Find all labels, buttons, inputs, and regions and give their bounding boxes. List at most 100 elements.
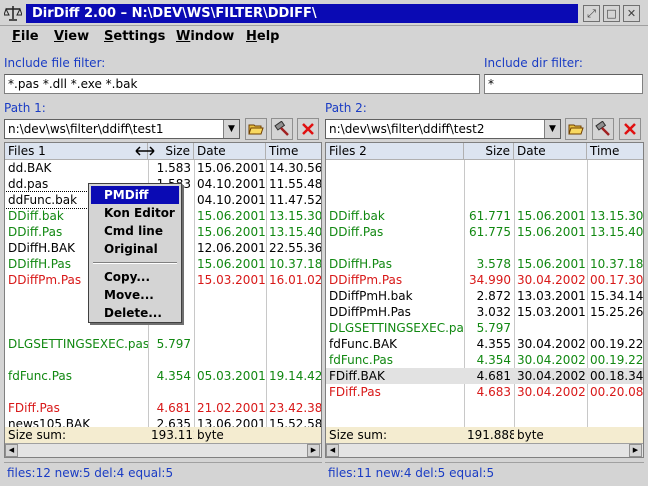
context-menu: PMDiff Kon Editor Cmd line Original Copy... M…: [88, 183, 182, 323]
file-date: 15.06.2001: [517, 209, 586, 223]
table-row[interactable]: [326, 176, 643, 192]
table-row[interactable]: [5, 384, 321, 400]
path2-label: Path 2:: [325, 101, 367, 115]
scroll-right-icon[interactable]: ▶: [307, 444, 320, 457]
path1-close-button[interactable]: [297, 118, 319, 140]
table-row[interactable]: fdFunc.Pas 4.354 30.04.2002 00.19.22: [326, 352, 643, 368]
file-date: 04.10.2001: [197, 177, 266, 191]
maximize-button[interactable]: □: [603, 5, 620, 22]
table-row[interactable]: FDiff.Pas 4.681 21.02.2001 23.42.38: [5, 400, 321, 416]
file-date: [194, 352, 266, 368]
table-row[interactable]: DDiffH.Pas 3.578 15.06.2001 10.37.18: [326, 256, 643, 272]
context-item-pmdiff[interactable]: PMDiff: [91, 186, 179, 204]
path2-open-button[interactable]: [565, 118, 587, 140]
context-item-delete[interactable]: Delete...: [91, 304, 179, 322]
file-size: [148, 384, 194, 400]
file-time: [587, 160, 643, 176]
menu-view[interactable]: View: [54, 29, 89, 44]
dir-filter-input[interactable]: *: [484, 74, 643, 94]
path2-close-button[interactable]: [619, 118, 641, 140]
table-row[interactable]: [5, 352, 321, 368]
scroll-left-icon[interactable]: ◀: [326, 444, 339, 457]
list2-header: Files 2 Size Date Time: [326, 143, 643, 160]
file-time: 10.37.18: [590, 257, 644, 271]
file-name: [326, 176, 464, 192]
menu-settings[interactable]: Settings: [104, 29, 165, 44]
file-name: DDiffPmH.bak: [329, 289, 413, 303]
hscrollbar-2[interactable]: ◀ ▶: [326, 443, 643, 457]
file-date: [514, 160, 587, 176]
file-size: 4.354: [476, 353, 511, 367]
col-files1[interactable]: Files 1: [5, 143, 148, 160]
col-time2[interactable]: Time: [587, 143, 643, 160]
table-row[interactable]: [326, 192, 643, 208]
file-date: 30.04.2002: [517, 385, 586, 399]
context-item-original[interactable]: Original: [91, 240, 179, 258]
context-item-copy[interactable]: Copy...: [91, 268, 179, 286]
context-item-move[interactable]: Move...: [91, 286, 179, 304]
size-sum-unit-2: byte: [517, 428, 544, 442]
file-name: DDiffH.Pas: [329, 257, 393, 271]
path2-combo[interactable]: n:\dev\ws\filter\ddiff\test2 ▼: [325, 119, 561, 139]
table-row[interactable]: fdFunc.BAK 4.355 30.04.2002 00.19.22: [326, 336, 643, 352]
table-row[interactable]: FDiff.BAK 4.681 30.04.2002 00.18.34: [326, 368, 643, 384]
scroll-left-icon[interactable]: ◀: [5, 444, 18, 457]
file-size: 3.032: [476, 305, 511, 319]
file-filter-input[interactable]: *.pas *.dll *.exe *.bak: [4, 74, 480, 94]
table-row[interactable]: DDiff.Pas 61.775 15.06.2001 13.15.40: [326, 224, 643, 240]
resize-button[interactable]: ⤢: [583, 5, 600, 22]
path2-edit-button[interactable]: [592, 118, 614, 140]
table-row[interactable]: DLGSETTINGSEXEC.pas 5.797: [5, 336, 321, 352]
table-row[interactable]: FDiff.Pas 4.683 30.04.2002 00.20.08: [326, 384, 643, 400]
menu-window[interactable]: Window: [176, 29, 234, 44]
file-size: 2.872: [476, 289, 511, 303]
col-date1[interactable]: Date: [194, 143, 266, 160]
menu-help[interactable]: Help: [246, 29, 279, 44]
file-size: 1.583: [156, 161, 191, 175]
path1-combo[interactable]: n:\dev\ws\filter\ddiff\test1 ▼: [4, 119, 240, 139]
chevron-down-icon[interactable]: ▼: [223, 120, 239, 138]
file-time: 13.15.40: [269, 225, 322, 239]
maximize-icon: □: [606, 7, 617, 20]
resize-arrow-icon[interactable]: [135, 145, 155, 157]
path1-edit-button[interactable]: [271, 118, 293, 140]
table-row[interactable]: DDiffPmH.Pas 3.032 15.03.2001 15.25.26: [326, 304, 643, 320]
file-date: 30.04.2002: [517, 337, 586, 351]
file-name: DDiff.bak: [329, 209, 385, 223]
path1-open-button[interactable]: [245, 118, 267, 140]
scales-icon[interactable]: [4, 4, 22, 22]
size-sum-unit-1: byte: [197, 428, 224, 442]
table-row[interactable]: [326, 160, 643, 176]
status-bar-2: files:11 new:4 del:5 equal:5: [325, 462, 644, 482]
table-row[interactable]: DDiff.bak 61.771 15.06.2001 13.15.30: [326, 208, 643, 224]
table-row[interactable]: DLGSETTINGSEXEC.pas 5.797: [326, 320, 643, 336]
col-files2[interactable]: Files 2: [326, 143, 464, 160]
table-row[interactable]: dd.BAK 1.583 15.06.2001 14.30.56: [5, 160, 321, 176]
chevron-down-icon[interactable]: ▼: [544, 120, 560, 138]
file-time: 00.17.30: [590, 273, 644, 287]
table-row[interactable]: DDiffPmH.bak 2.872 13.03.2001 15.34.14: [326, 288, 643, 304]
title-bar: DirDiff 2.00 – N:\DEV\WS\FILTER\DDIFF\ ⤢…: [0, 0, 648, 26]
file-list-2[interactable]: Files 2 Size Date Time DDiff.bak 61.771 15…: [325, 142, 644, 458]
col-date2[interactable]: Date: [514, 143, 587, 160]
close-window-button[interactable]: ✕: [623, 5, 640, 22]
menu-help-label: elp: [256, 29, 280, 44]
context-item-kon-editor[interactable]: Kon Editor: [91, 204, 179, 222]
file-size: 61.775: [469, 225, 511, 239]
col-size2[interactable]: Size: [464, 143, 514, 160]
file-size: 34.990: [469, 273, 511, 287]
file-time: [587, 320, 643, 336]
file-filter-label: Include file filter:: [4, 56, 106, 70]
table-row[interactable]: DDiffPm.Pas 34.990 30.04.2002 00.17.30: [326, 272, 643, 288]
menu-file[interactable]: File: [12, 29, 39, 44]
file-date: 30.04.2002: [517, 273, 586, 287]
file-size: 4.683: [476, 385, 511, 399]
table-row[interactable]: fdFunc.Pas 4.354 05.03.2001 19.14.42: [5, 368, 321, 384]
menu-view-mnemonic: V: [54, 29, 64, 44]
hscrollbar-1[interactable]: ◀ ▶: [5, 443, 321, 457]
context-item-cmd-line[interactable]: Cmd line: [91, 222, 179, 240]
file-size: [464, 176, 514, 192]
col-time1[interactable]: Time: [266, 143, 321, 160]
scroll-right-icon[interactable]: ▶: [629, 444, 642, 457]
table-row[interactable]: [326, 240, 643, 256]
